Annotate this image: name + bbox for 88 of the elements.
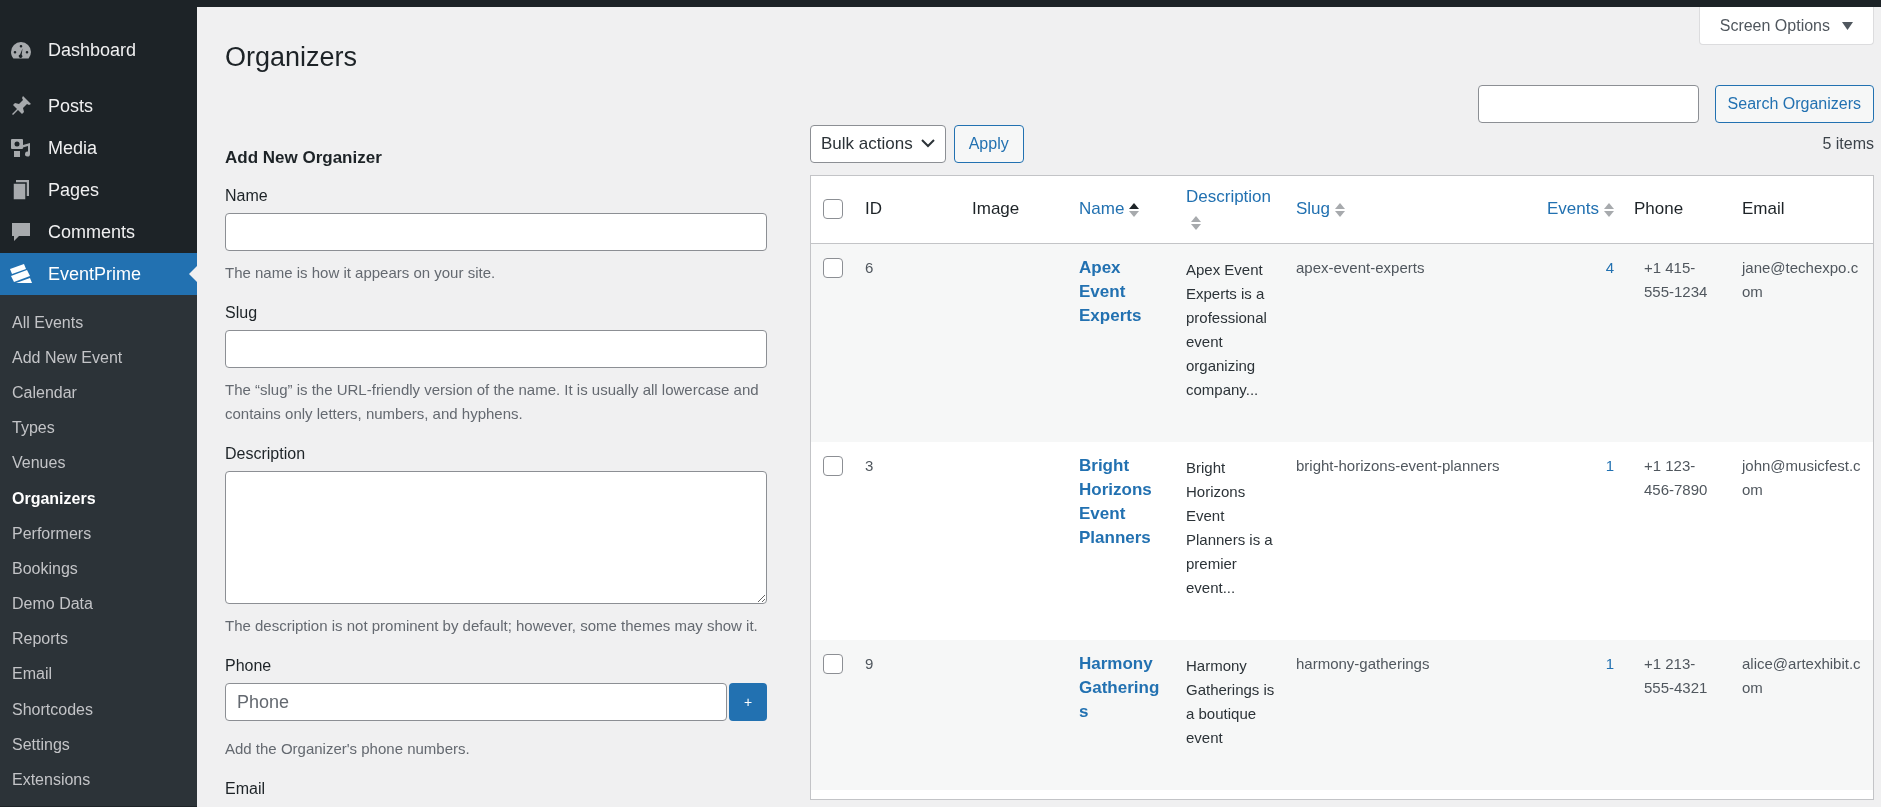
checkbox[interactable] xyxy=(823,455,843,476)
slug-text: bright-horizons-event-planners xyxy=(1296,456,1500,474)
sidebar-submenu-item[interactable]: Demo Data xyxy=(0,586,197,622)
events-count-link[interactable]: 1 xyxy=(1605,654,1614,672)
sidebar-submenu-item[interactable]: Performers xyxy=(0,516,197,552)
help-text: Add the Organizer's phone numbers. xyxy=(225,739,471,759)
slug-text: apex-event-experts xyxy=(1296,258,1425,276)
field-label: Phone xyxy=(225,656,273,676)
caret-icon xyxy=(1842,21,1853,30)
form-heading: Add New Organizer xyxy=(225,146,383,169)
sidebar-menu-item[interactable]: EventPrime xyxy=(0,253,197,295)
media-icon xyxy=(10,137,32,159)
phone-field[interactable]: Phone xyxy=(225,683,727,721)
sidebar-submenu-item[interactable]: Add New Event xyxy=(0,340,197,376)
sidebar-submenu-item[interactable]: Shortcodes xyxy=(0,692,197,728)
help-text: The name is how it appears on your site. xyxy=(225,263,497,283)
search-button[interactable]: Search Organizers xyxy=(1714,84,1874,123)
sidebar-submenu-item[interactable]: Organizers xyxy=(0,480,197,517)
email-text: jane@techexpo.com xyxy=(1742,257,1860,302)
screen-options-button[interactable]: Screen Options xyxy=(1698,7,1874,45)
sidebar-submenu-item[interactable]: Email xyxy=(0,656,197,693)
sidebar-submenu-item[interactable]: Reports xyxy=(0,621,197,657)
sidebar-submenu-item[interactable]: Calendar xyxy=(0,375,197,411)
email-text: john@musicfest.com xyxy=(1742,455,1862,500)
id-text: 3 xyxy=(865,456,874,474)
sort-arrows-icon xyxy=(1191,214,1201,231)
organizer-name-link[interactable]: Bright Horizons Event Planners xyxy=(1079,453,1166,550)
description-text: Harmony Gatherings is a boutique event xyxy=(1186,655,1276,748)
column-header[interactable]: Name xyxy=(1079,199,1140,219)
text-field[interactable] xyxy=(225,213,767,251)
description-field[interactable] xyxy=(225,471,767,604)
items-count: 5 items xyxy=(1822,133,1874,154)
sort-arrows-icon xyxy=(1129,201,1140,218)
page-title: Organizers xyxy=(225,41,358,74)
events-count-link[interactable]: 4 xyxy=(1605,258,1614,276)
sidebar-menu-item[interactable]: Dashboard xyxy=(0,29,197,71)
sort-arrows-icon xyxy=(1335,201,1346,218)
checkbox[interactable] xyxy=(823,199,843,219)
chevron-down-icon xyxy=(920,139,935,148)
id-text: 9 xyxy=(865,654,874,672)
bulk-actions-dropdown[interactable]: Bulk actions xyxy=(810,124,946,163)
sidebar-menu-item[interactable]: Posts xyxy=(0,85,197,127)
column-header[interactable]: Description xyxy=(1186,186,1272,231)
apply-button[interactable]: Apply xyxy=(953,124,1024,163)
column-header[interactable]: Events xyxy=(1547,199,1614,219)
sort-arrows-icon xyxy=(1604,201,1614,218)
current-arrow-icon xyxy=(189,266,197,282)
sidebar-submenu-item[interactable]: Bookings xyxy=(0,551,197,587)
description-text: Apex Event Experts is a professional event organizing company... xyxy=(1186,259,1268,400)
add-phone-button[interactable]: + xyxy=(729,683,767,721)
events-count-link[interactable]: 1 xyxy=(1605,456,1614,474)
sidebar-menu-item[interactable]: Comments xyxy=(0,211,197,253)
organizer-name-link[interactable]: Apex Event Experts xyxy=(1079,255,1166,328)
description-text: Bright Horizons Event Planners is a premier event... xyxy=(1186,457,1274,598)
speech-bubble-icon xyxy=(10,221,32,243)
field-label: Slug xyxy=(225,303,259,323)
phone-text: +1 213-555-4321 xyxy=(1644,654,1708,696)
checkbox[interactable] xyxy=(823,653,843,674)
pages-icon xyxy=(11,179,31,201)
help-text: The “slug” is the URL-friendly version of the name. It is usually all lowercase and contains only letters, numbers, and hyphens. xyxy=(225,380,760,424)
sidebar-submenu-item[interactable]: Venues xyxy=(0,445,197,481)
field-label: Description xyxy=(225,444,307,464)
phone-text: +1 123-456-7890 xyxy=(1644,456,1708,498)
column-header: Image xyxy=(972,199,1020,219)
checkbox[interactable] xyxy=(823,257,843,278)
pushpin-icon xyxy=(10,95,32,117)
sidebar-menu-item[interactable]: Media xyxy=(0,127,197,169)
phone-text: +1 415-555-1234 xyxy=(1644,258,1708,300)
field-label: Email xyxy=(225,779,266,799)
column-header[interactable]: Slug xyxy=(1296,199,1346,219)
sidebar-submenu-item[interactable]: Extensions xyxy=(0,762,197,798)
id-text: 6 xyxy=(865,258,874,276)
sidebar-submenu-item[interactable]: Settings xyxy=(0,727,197,763)
email-text: alice@artexhibit.com xyxy=(1742,653,1862,698)
slug-text: harmony-gatherings xyxy=(1296,654,1430,672)
text-field[interactable] xyxy=(225,330,767,368)
column-header: Phone xyxy=(1634,199,1684,219)
column-header: Email xyxy=(1742,199,1785,219)
column-header: ID xyxy=(865,199,882,219)
sidebar-menu-item[interactable]: Pages xyxy=(0,169,197,211)
tickets-icon xyxy=(8,263,34,285)
field-label: Name xyxy=(225,186,269,206)
sidebar-submenu-item[interactable]: Types xyxy=(0,410,197,446)
organizer-name-link[interactable]: Harmony Gatherings xyxy=(1079,651,1166,724)
sidebar-submenu-item[interactable]: All Events xyxy=(0,305,197,341)
help-text: The description is not prominent by default; however, some themes may show it. xyxy=(225,616,759,636)
dashboard-gauge-icon xyxy=(10,40,32,60)
search-field[interactable] xyxy=(1477,84,1699,123)
